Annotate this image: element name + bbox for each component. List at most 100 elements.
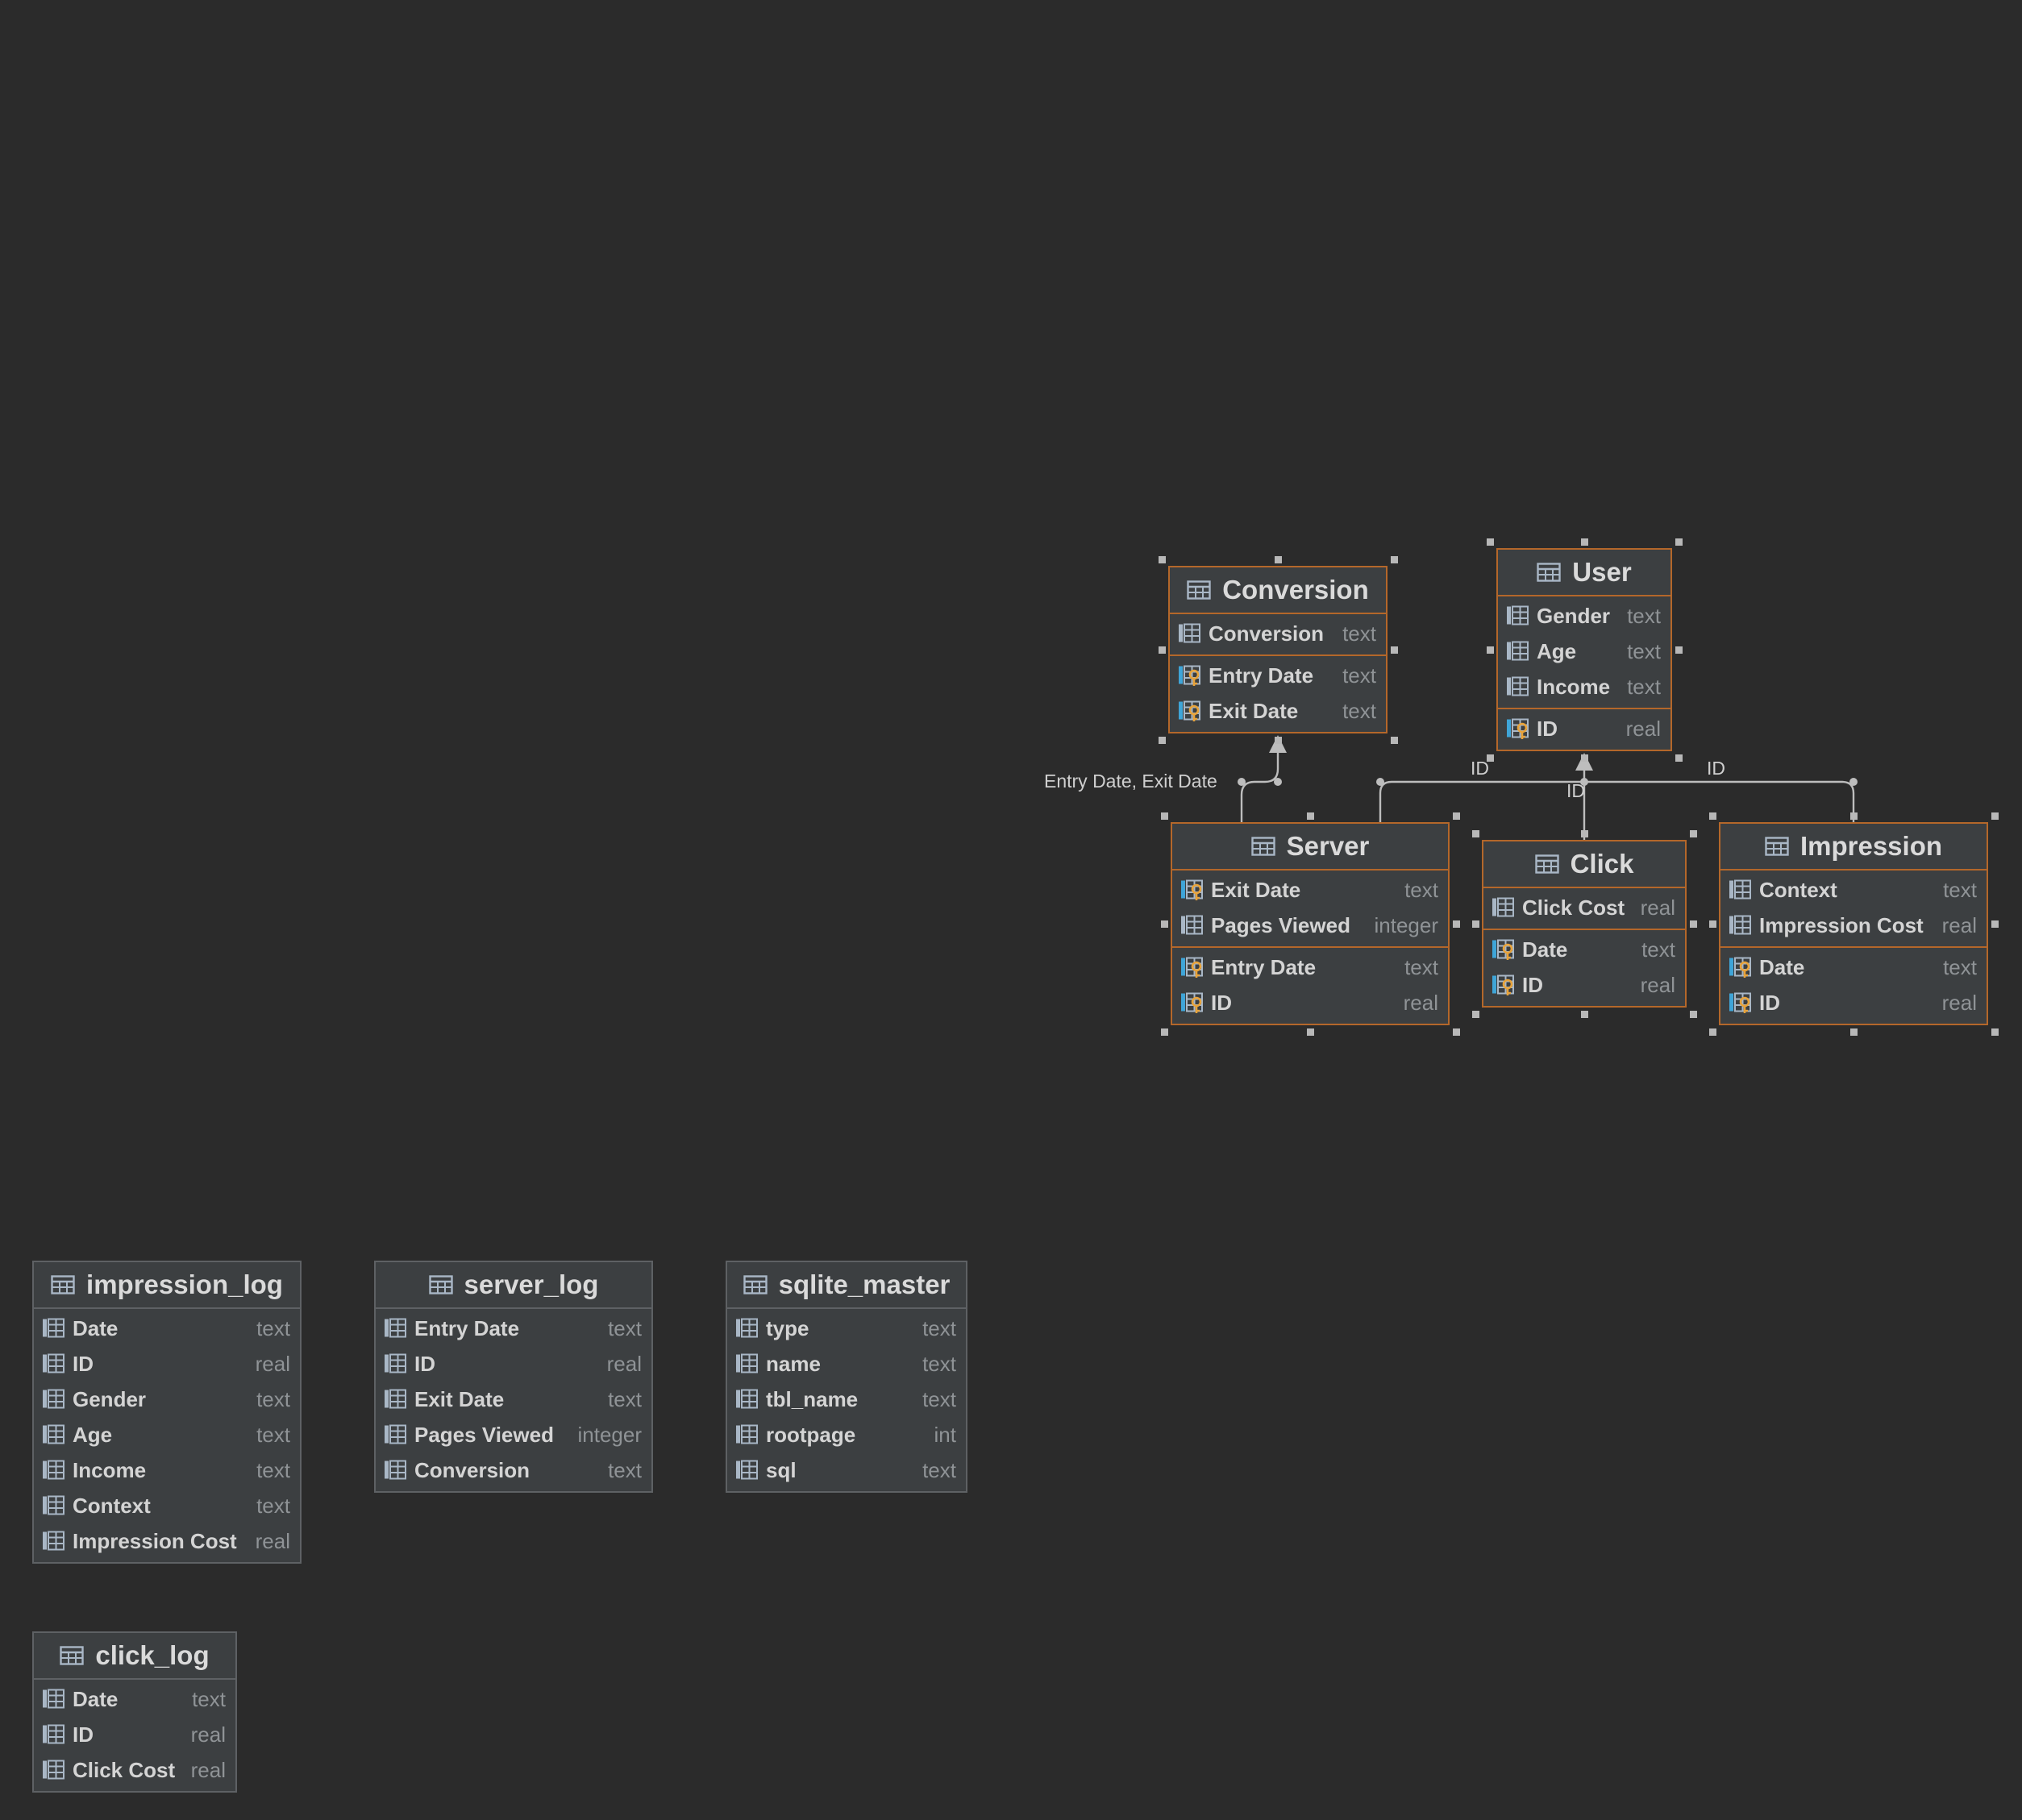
column-type: text (192, 1686, 226, 1711)
column-row[interactable]: Context text (1720, 872, 1987, 908)
resize-handle[interactable] (1275, 556, 1282, 563)
table-header[interactable]: server_log (376, 1262, 651, 1309)
column-row[interactable]: Exit Date text (1172, 872, 1448, 908)
column-row[interactable]: Conversion text (1170, 616, 1386, 651)
resize-handle[interactable] (1307, 1028, 1314, 1036)
column-row[interactable]: Conversion text (376, 1452, 651, 1488)
resize-handle[interactable] (1391, 556, 1398, 563)
column-row[interactable]: ID real (34, 1346, 300, 1382)
column-row[interactable]: type text (727, 1311, 966, 1346)
resize-handle[interactable] (1991, 1028, 1999, 1036)
resize-handle[interactable] (1991, 812, 1999, 820)
table-impression-log[interactable]: impression_log Date text ID real Gender tex… (32, 1261, 302, 1564)
column-row[interactable]: Income text (34, 1452, 300, 1488)
column-row[interactable]: Date text (34, 1311, 300, 1346)
table-conversion[interactable]: Conversion Conversion text Entry Date text… (1168, 566, 1388, 733)
table-header[interactable]: sqlite_master (727, 1262, 966, 1309)
column-row[interactable]: ID real (376, 1346, 651, 1382)
table-user[interactable]: User Gender text Age text Income text ID rea… (1496, 548, 1672, 751)
resize-handle[interactable] (1709, 1028, 1716, 1036)
resize-handle[interactable] (1453, 1028, 1460, 1036)
column-row[interactable]: ID real (1720, 985, 1987, 1020)
column-row[interactable]: Age text (1498, 634, 1670, 669)
column-row[interactable]: name text (727, 1346, 966, 1382)
resize-handle[interactable] (1709, 920, 1716, 928)
resize-handle[interactable] (1675, 538, 1683, 546)
column-row[interactable]: Click Cost real (34, 1752, 235, 1788)
resize-handle[interactable] (1453, 920, 1460, 928)
column-row[interactable]: Exit Date text (1170, 693, 1386, 729)
table-header[interactable]: User (1498, 550, 1670, 596)
resize-handle[interactable] (1690, 1011, 1697, 1018)
resize-handle[interactable] (1487, 646, 1494, 654)
column-row[interactable]: Click Cost real (1483, 890, 1685, 925)
table-icon (743, 1275, 768, 1294)
table-header[interactable]: click_log (34, 1633, 235, 1680)
resize-handle[interactable] (1850, 1028, 1858, 1036)
table-header[interactable]: Click (1483, 841, 1685, 888)
table-server-log[interactable]: server_log Entry Date text ID real Exit Da… (374, 1261, 653, 1493)
resize-handle[interactable] (1161, 1028, 1168, 1036)
column-row[interactable]: Pages Viewed integer (376, 1417, 651, 1452)
resize-handle[interactable] (1453, 812, 1460, 820)
resize-handle[interactable] (1690, 920, 1697, 928)
table-header[interactable]: Conversion (1170, 567, 1386, 614)
column-row[interactable]: Gender text (1498, 598, 1670, 634)
column-name: ID (414, 1351, 435, 1376)
resize-handle[interactable] (1472, 830, 1479, 837)
resize-handle[interactable] (1391, 646, 1398, 654)
column-row[interactable]: sql text (727, 1452, 966, 1488)
resize-handle[interactable] (1581, 830, 1588, 837)
resize-handle[interactable] (1275, 737, 1282, 744)
resize-handle[interactable] (1472, 1011, 1479, 1018)
column-row[interactable]: Exit Date text (376, 1382, 651, 1417)
column-row[interactable]: rootpage int (727, 1417, 966, 1452)
column-name: Date (1522, 937, 1568, 962)
column-row[interactable]: Age text (34, 1417, 300, 1452)
table-header[interactable]: Impression (1720, 824, 1987, 871)
resize-handle[interactable] (1391, 737, 1398, 744)
column-row[interactable]: Gender text (34, 1382, 300, 1417)
column-row[interactable]: Entry Date text (1170, 658, 1386, 693)
column-row[interactable]: ID real (1483, 967, 1685, 1003)
resize-handle[interactable] (1159, 737, 1166, 744)
resize-handle[interactable] (1472, 920, 1479, 928)
table-server[interactable]: Server Exit Date text Pages Viewed integer… (1171, 822, 1450, 1025)
column-row[interactable]: Impression Cost real (34, 1523, 300, 1559)
resize-handle[interactable] (1675, 754, 1683, 762)
resize-handle[interactable] (1581, 754, 1588, 762)
column-row[interactable]: Pages Viewed integer (1172, 908, 1448, 943)
table-sqlite-master[interactable]: sqlite_master type text name text tbl_name… (726, 1261, 967, 1493)
column-row[interactable]: Context text (34, 1488, 300, 1523)
resize-handle[interactable] (1487, 538, 1494, 546)
resize-handle[interactable] (1690, 830, 1697, 837)
column-row[interactable]: Income text (1498, 669, 1670, 704)
table-header[interactable]: impression_log (34, 1262, 300, 1309)
resize-handle[interactable] (1161, 812, 1168, 820)
column-row[interactable]: Entry Date text (376, 1311, 651, 1346)
column-row[interactable]: ID real (34, 1717, 235, 1752)
resize-handle[interactable] (1709, 812, 1716, 820)
table-click-log[interactable]: click_log Date text ID real Click Cost real (32, 1631, 237, 1793)
resize-handle[interactable] (1581, 1011, 1588, 1018)
column-icon (43, 1389, 64, 1409)
resize-handle[interactable] (1850, 812, 1858, 820)
resize-handle[interactable] (1991, 920, 1999, 928)
column-row[interactable]: tbl_name text (727, 1382, 966, 1417)
resize-handle[interactable] (1581, 538, 1588, 546)
resize-handle[interactable] (1159, 556, 1166, 563)
resize-handle[interactable] (1159, 646, 1166, 654)
column-row[interactable]: Date text (1720, 949, 1987, 985)
table-click[interactable]: Click Click Cost real Date text ID real (1482, 840, 1687, 1008)
table-header[interactable]: Server (1172, 824, 1448, 871)
column-row[interactable]: ID real (1172, 985, 1448, 1020)
table-impression[interactable]: Impression Context text Impression Cost re… (1719, 822, 1988, 1025)
column-row[interactable]: ID real (1498, 711, 1670, 746)
resize-handle[interactable] (1307, 812, 1314, 820)
resize-handle[interactable] (1161, 920, 1168, 928)
column-row[interactable]: Entry Date text (1172, 949, 1448, 985)
resize-handle[interactable] (1675, 646, 1683, 654)
column-row[interactable]: Date text (34, 1681, 235, 1717)
column-row[interactable]: Impression Cost real (1720, 908, 1987, 943)
column-row[interactable]: Date text (1483, 932, 1685, 967)
